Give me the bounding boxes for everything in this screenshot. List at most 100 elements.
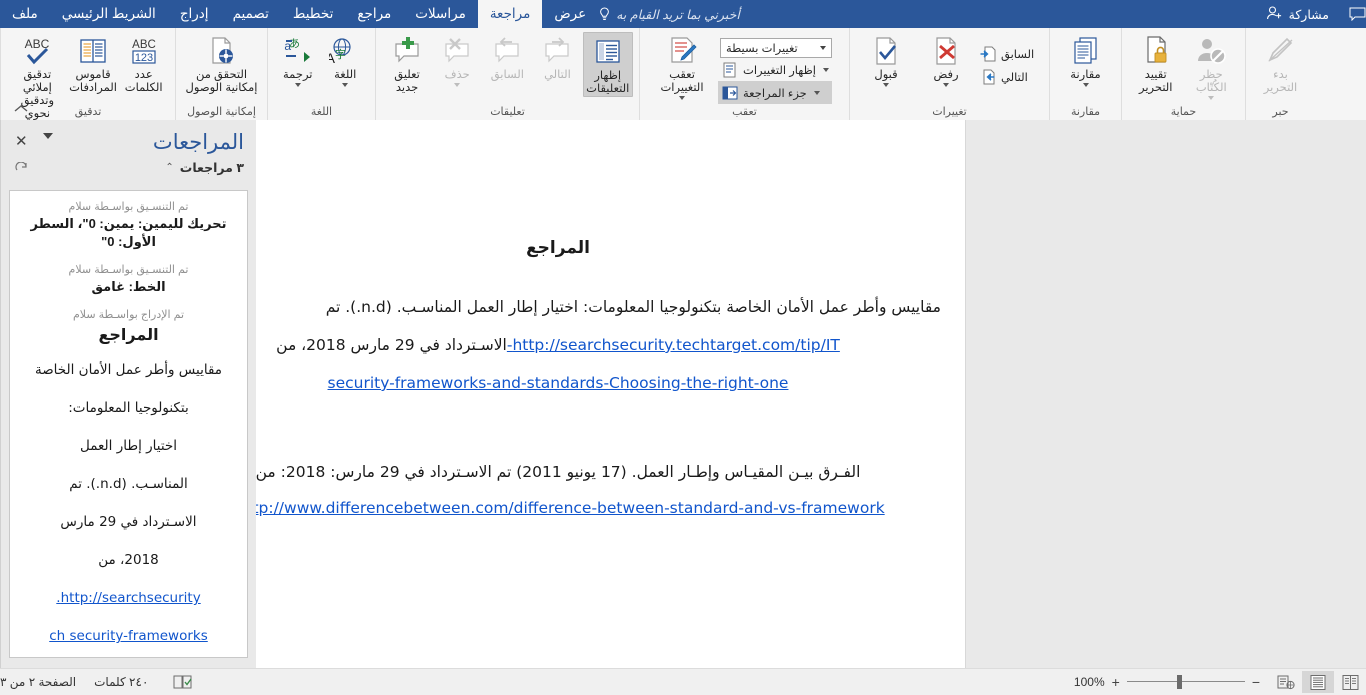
- read-mode-icon[interactable]: [1270, 671, 1302, 693]
- revision-3-link-line-2[interactable]: ch security-frameworks: [49, 628, 208, 644]
- revision-3-body: مقاييس وأطر عمل الأمان الخاصة بتكنولوجيا…: [20, 351, 237, 655]
- revision-separator: [20, 296, 237, 307]
- revision-item-3[interactable]: تم الإدراج بواسـطة سلام المراجع مقاييس و…: [20, 307, 237, 655]
- refresh-icon[interactable]: [15, 161, 28, 175]
- chevron-up-icon[interactable]: ⌃: [165, 162, 173, 173]
- tab-review[interactable]: مراجعة: [477, 0, 543, 28]
- compare-label: مقارنة: [1070, 69, 1101, 81]
- restrict-editing-button[interactable]: تقييد التحرير: [1128, 32, 1184, 95]
- chevron-down-icon[interactable]: [943, 83, 949, 87]
- zoom-percent[interactable]: 100%: [1074, 675, 1105, 689]
- show-markup-button[interactable]: إظهار التغييرات: [718, 58, 832, 81]
- reviewing-pane-title: المراجعات: [152, 130, 244, 154]
- chevron-down-icon[interactable]: [454, 83, 461, 87]
- revisions-list[interactable]: تم التنسـيق بواسـطة سلام تحريك لليمين: ي…: [9, 190, 248, 658]
- abc-check-icon: ABC: [20, 34, 54, 68]
- chevron-down-icon[interactable]: [43, 133, 53, 139]
- document-page[interactable]: المراجع مقاييس وأطر عمل الأمان الخاصة بت…: [150, 120, 966, 668]
- revision-item-1[interactable]: تم التنسـيق بواسـطة سلام تحريك لليمين: ي…: [20, 199, 237, 251]
- tell-me-text: أخبرني بما تريد القيام به: [616, 7, 740, 22]
- next-change-icon: [979, 68, 996, 85]
- start-inking-button[interactable]: بدء التحرير: [1252, 32, 1309, 95]
- chevron-down-icon[interactable]: [822, 67, 829, 72]
- reject-x-icon: [930, 34, 962, 68]
- revision-3-line-4: المناسـب. (n.d.). تم: [69, 476, 188, 492]
- translate-button[interactable]: aあ ترجمة: [274, 32, 322, 87]
- share-button[interactable]: مشاركة: [1266, 0, 1339, 28]
- zoom-slider-thumb[interactable]: [1176, 675, 1182, 689]
- chevron-down-icon[interactable]: [1082, 83, 1089, 87]
- plus-icon[interactable]: +: [1112, 675, 1120, 689]
- svg-text:ABC: ABC: [132, 39, 156, 51]
- compare-button[interactable]: مقارنة: [1056, 32, 1115, 87]
- block-authors-button[interactable]: حظر الكُتّاب: [1184, 32, 1240, 100]
- chevron-down-icon[interactable]: [1208, 96, 1215, 100]
- chevron-down-icon[interactable]: [342, 83, 349, 87]
- comment-delete-icon: [440, 34, 474, 68]
- reviewing-pane-button[interactable]: جزء المراجعة: [718, 81, 832, 104]
- collapse-ribbon-button[interactable]: [14, 102, 28, 116]
- revision-separator: [20, 251, 237, 262]
- comment-balloon-icon[interactable]: [1349, 7, 1366, 22]
- svg-text:字: 字: [335, 47, 346, 61]
- chevron-down-icon[interactable]: [679, 96, 685, 100]
- show-comments-icon: [593, 35, 623, 69]
- title-bar: ملف الشريط الرئيسي إدراج تصميم تخطيط مرا…: [0, 0, 1366, 28]
- tab-layout[interactable]: تخطيط: [281, 0, 345, 28]
- reference-paragraph-2: الفـرق بيـن المقيـاس وإطـار العمل. (17 ي…: [175, 454, 941, 526]
- reject-button[interactable]: رفض: [916, 32, 976, 87]
- display-for-review-select[interactable]: تغييرات بسيطة: [719, 38, 832, 58]
- tab-insert[interactable]: إدراج: [168, 0, 221, 28]
- group-title-language: اللغة: [310, 106, 333, 118]
- next-change-button[interactable]: التالي: [976, 65, 1037, 88]
- reference-1-line-2: http://searchsecurity.techtarget.com/tip…: [276, 336, 840, 354]
- delete-comment-button[interactable]: حذف: [432, 32, 482, 87]
- accept-button[interactable]: قبول: [856, 32, 916, 87]
- book-icon: [77, 34, 109, 68]
- start-inking-label: بدء التحرير: [1263, 69, 1298, 94]
- reference-1-link-part-1[interactable]: http://searchsecurity.techtarget.com/tip…: [507, 336, 840, 354]
- check-accessibility-button[interactable]: التحقق من إمكانية الوصول: [182, 32, 261, 95]
- track-changes-button[interactable]: تعقب التغييرات: [646, 32, 718, 100]
- word-count-button[interactable]: ABC 123 عدد الكلمات: [118, 32, 169, 95]
- print-layout-icon[interactable]: [1302, 671, 1334, 693]
- next-comment-button[interactable]: التالي: [532, 32, 582, 82]
- changes-small-column: السابق التالي: [976, 32, 1037, 88]
- zoom-slider[interactable]: [1126, 675, 1245, 689]
- next-comment-label: التالي: [544, 69, 571, 81]
- word-count-indicator[interactable]: ٢٤٠ كلمات: [94, 675, 148, 689]
- language-button[interactable]: A字 اللغة: [322, 32, 370, 87]
- show-comments-button[interactable]: إظهار التعليقات: [582, 32, 633, 97]
- tab-home[interactable]: الشريط الرئيسي: [50, 0, 168, 28]
- previous-change-button[interactable]: السابق: [976, 42, 1037, 65]
- tab-references[interactable]: مراجع: [345, 0, 403, 28]
- tell-me-search[interactable]: أخبرني بما تريد القيام به: [598, 0, 740, 28]
- group-title-compare: مقارنة: [1070, 106, 1101, 118]
- reference-2-link[interactable]: http://www.differencebetween.com/differe…: [231, 499, 884, 517]
- thesaurus-button[interactable]: قاموس المرادفات: [68, 32, 119, 95]
- proofing-status-icon[interactable]: [172, 674, 194, 690]
- document-body[interactable]: المراجع مقاييس وأطر عمل الأمان الخاصة بت…: [151, 120, 965, 668]
- tab-view[interactable]: عرض: [542, 0, 598, 28]
- track-changes-label: تعقب التغييرات: [660, 69, 704, 94]
- reviewing-pane-icon: [721, 84, 738, 101]
- new-comment-button[interactable]: تعليق جديد: [382, 32, 432, 95]
- tab-design[interactable]: تصميم: [221, 0, 281, 28]
- page-indicator[interactable]: الصفحة ٢ من ٣: [0, 675, 76, 689]
- previous-comment-button[interactable]: السابق: [482, 32, 532, 82]
- revision-3-line-6: 2018، من: [98, 552, 159, 568]
- revision-3-line-3: اختيار إطار العمل: [80, 438, 177, 454]
- tab-file[interactable]: ملف: [0, 0, 50, 28]
- revision-3-link-line-1[interactable]: http://searchsecurity.: [56, 590, 200, 606]
- chevron-down-icon[interactable]: [883, 83, 889, 87]
- chevron-down-icon[interactable]: [813, 90, 820, 95]
- revision-item-2[interactable]: تم التنسـيق بواسـطة سلام الخط: غامق: [20, 262, 237, 296]
- revision-count[interactable]: ⌃ ٣ مراجعات: [165, 160, 244, 175]
- chevron-down-icon[interactable]: [294, 83, 301, 87]
- pen-icon: [1265, 34, 1297, 68]
- web-layout-icon[interactable]: [1334, 671, 1366, 693]
- tab-mailings[interactable]: مراسلات: [403, 0, 478, 28]
- minus-icon[interactable]: −: [1252, 675, 1260, 689]
- close-icon[interactable]: ✕: [15, 132, 28, 150]
- reference-1-link-part-2[interactable]: security-frameworks-and-standards-Choosi…: [328, 374, 789, 392]
